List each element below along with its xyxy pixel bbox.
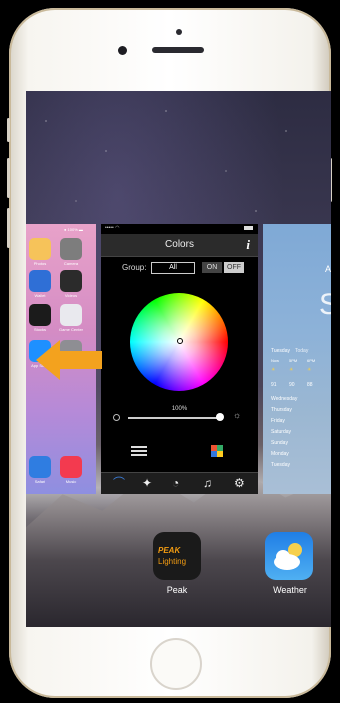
colors-tab-bar: ⌒ ✦ ◔ ♫ ⚙	[101, 472, 258, 494]
weather-day-row: Sunday	[271, 440, 288, 446]
rainbow-tab-icon[interactable]: ⌒	[113, 476, 125, 490]
peak-logo-text: PEAK	[158, 546, 181, 555]
scenes-grid-icon[interactable]	[211, 445, 223, 457]
weather-app-label: Weather	[273, 585, 307, 595]
weather-hour-temp: 91	[271, 382, 277, 388]
magic-wand-tab-icon[interactable]: ✦	[142, 476, 152, 490]
weather-hour-label: 5PM	[289, 358, 298, 363]
game-center-label: Game Center	[58, 327, 83, 332]
photos-label: Photos	[33, 261, 47, 266]
on-button[interactable]: ON	[202, 262, 222, 273]
colors-app-card[interactable]: ••••• ◠ Colors i Group: All ON OFF 100% …	[101, 224, 258, 494]
weather-app-icon[interactable]	[265, 532, 313, 580]
weather-city-initial: A	[325, 264, 331, 274]
weather-hour-label: Now	[271, 358, 280, 363]
peak-app-label: Peak	[166, 585, 188, 595]
colors-title: Colors	[165, 239, 194, 250]
photos-icon[interactable]	[29, 238, 51, 260]
peak-logo-sub: Lighting	[158, 557, 187, 566]
weather-app-card[interactable]: A S Tuesday Today Now ☀ 91 5PM ☀ 90 6PM ☀ 88 Wed…	[263, 224, 331, 494]
sensor-dot	[118, 46, 127, 55]
sun-icon: ☀	[289, 367, 294, 373]
home-status-bar: ● 100% ▬	[64, 227, 83, 232]
safari-label: Safari	[34, 479, 46, 484]
signal-indicator: ••••• ◠	[105, 225, 120, 231]
info-button[interactable]: i	[246, 237, 250, 253]
cloud-sun-icon	[274, 543, 302, 570]
bright-sun-icon: ☼	[233, 410, 242, 420]
earpiece-speaker	[152, 47, 204, 53]
weather-temp-initial: S	[319, 288, 331, 321]
weather-day-row: Thursday	[271, 407, 292, 413]
brightness-slider-knob[interactable]	[216, 413, 224, 421]
sun-icon: ☀	[271, 367, 276, 373]
settings-gear-tab-icon[interactable]: ⚙	[234, 476, 245, 490]
colors-status-bar: ••••• ◠	[101, 224, 258, 234]
wallet-icon[interactable]	[29, 270, 51, 292]
volume-up-button	[7, 158, 10, 198]
stocks-label: Stocks	[33, 327, 46, 332]
weather-day-row: Monday	[271, 451, 289, 457]
side-button	[7, 118, 10, 142]
peak-app-icon[interactable]	[153, 532, 201, 580]
off-button[interactable]: OFF	[224, 262, 244, 273]
colors-header: Colors i	[101, 234, 258, 257]
battery-icon	[244, 226, 253, 230]
group-label: Group:	[122, 263, 147, 272]
weather-hour-label: 6PM	[307, 358, 316, 363]
dim-icon	[113, 414, 120, 421]
camera-icon[interactable]	[60, 238, 82, 260]
music-label: Music	[65, 479, 77, 484]
weather-day-row: Wednesday	[271, 396, 298, 402]
weather-day-row: Tuesday	[271, 462, 290, 468]
weather-hour-temp: 88	[307, 382, 313, 388]
brightness-slider[interactable]	[128, 417, 220, 419]
stocks-icon[interactable]	[29, 304, 51, 326]
videos-icon[interactable]	[60, 270, 82, 292]
camera-label: Camera	[63, 261, 79, 266]
sun-icon: ☀	[307, 367, 312, 373]
front-camera	[176, 29, 182, 35]
videos-label: Videos	[64, 293, 78, 298]
music-icon[interactable]	[60, 456, 82, 478]
weather-day-row: Saturday	[271, 429, 292, 435]
weather-day-sub: Today	[295, 348, 309, 354]
group-select[interactable]: All	[151, 262, 195, 274]
timer-tab-icon[interactable]: ◔	[172, 476, 179, 490]
volume-down-button	[7, 208, 10, 248]
music-tab-icon[interactable]: ♫	[203, 476, 212, 490]
color-wheel-selector[interactable]	[177, 338, 183, 344]
weather-day: Tuesday	[271, 348, 290, 354]
home-button[interactable]	[150, 638, 202, 690]
wallet-label: Wallet	[34, 293, 46, 298]
safari-icon[interactable]	[29, 456, 51, 478]
weather-hour-temp: 90	[289, 382, 295, 388]
presets-list-icon[interactable]	[131, 446, 147, 457]
swipe-left-arrow-icon	[36, 340, 102, 380]
weather-day-row: Friday	[271, 418, 285, 424]
game-center-icon[interactable]	[60, 304, 82, 326]
